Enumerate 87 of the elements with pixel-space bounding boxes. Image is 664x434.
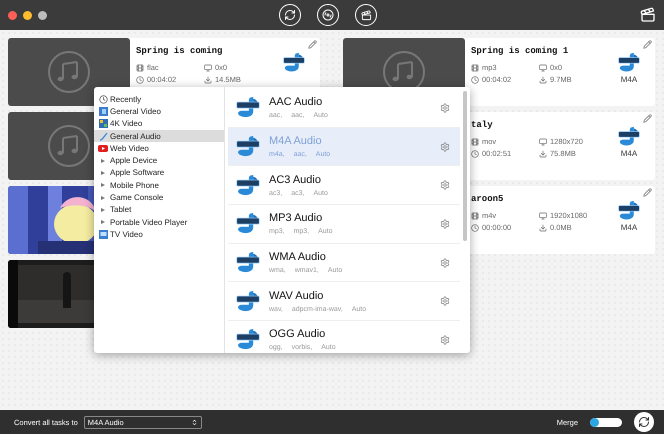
category-item[interactable]: Apple Software — [94, 166, 224, 180]
download-icon — [539, 150, 547, 158]
music-note-icon — [235, 212, 261, 236]
music-note-icon — [235, 250, 261, 274]
category-item[interactable]: General Video — [94, 105, 224, 118]
grid-icon — [98, 119, 108, 128]
music-note-icon — [617, 52, 641, 74]
category-item[interactable]: Game Console — [94, 191, 224, 204]
settings-button[interactable] — [440, 218, 450, 229]
output-format: M4A — [620, 74, 638, 84]
category-item[interactable]: Tablet — [94, 204, 224, 216]
disc-button[interactable] — [317, 4, 339, 26]
download-icon — [204, 76, 212, 84]
refresh-icon — [284, 9, 296, 21]
convert-button[interactable] — [279, 4, 301, 26]
output-format: M4A — [620, 222, 638, 232]
settings-button[interactable] — [440, 258, 450, 268]
category-item[interactable]: 4K Video — [94, 118, 224, 130]
minimize-button[interactable] — [23, 10, 32, 20]
tv-icon — [98, 230, 108, 239]
monitor-icon — [539, 138, 547, 146]
task-title: aroon5 — [471, 194, 504, 204]
clock-icon — [136, 76, 144, 84]
monitor-icon — [539, 212, 547, 220]
music-note-icon — [617, 200, 641, 222]
music-note-icon — [98, 132, 108, 141]
monitor-icon — [539, 64, 547, 72]
edit-button[interactable] — [643, 40, 652, 49]
category-item[interactable]: Recently — [94, 93, 224, 106]
music-note-icon — [282, 52, 306, 74]
edit-button[interactable] — [308, 40, 317, 49]
film-icon — [471, 212, 479, 220]
output-format: M4A — [620, 148, 638, 158]
film-icon[interactable] — [640, 7, 656, 23]
merge-toggle[interactable] — [590, 418, 622, 426]
task-title: taly — [471, 120, 494, 130]
format-name: M4A Audio — [269, 135, 323, 148]
scrollbar[interactable] — [463, 91, 467, 241]
music-note-icon — [47, 50, 91, 94]
film-icon — [136, 64, 144, 72]
clapperboard-button[interactable] — [355, 4, 377, 26]
category-item[interactable]: General Audio — [94, 130, 224, 142]
settings-button[interactable] — [440, 296, 450, 306]
format-name: AC3 Audio — [269, 174, 322, 186]
format-name: WMA Audio — [269, 251, 327, 264]
format-name: WAV Audio — [269, 290, 324, 302]
edit-button[interactable] — [643, 188, 652, 197]
music-note-icon — [47, 124, 91, 168]
chevrons-icon — [190, 418, 198, 426]
settings-button[interactable] — [440, 102, 450, 113]
task-title: Spring is coming — [136, 46, 224, 56]
task-title: Spring is coming 1 — [471, 46, 570, 56]
category-item[interactable]: Web Video — [94, 142, 224, 154]
settings-button[interactable] — [440, 334, 450, 345]
clock-icon — [471, 150, 479, 158]
category-item[interactable]: Portable Video Player — [94, 216, 224, 228]
play-icon — [98, 144, 108, 152]
category-item[interactable]: TV Video — [94, 228, 224, 241]
settings-button[interactable] — [440, 180, 450, 190]
music-note-icon — [235, 96, 261, 120]
monitor-icon — [204, 64, 212, 72]
category-item[interactable]: Apple Device — [94, 154, 224, 167]
format-name: OGG Audio — [269, 328, 326, 340]
clock-icon — [471, 76, 479, 84]
settings-button[interactable] — [440, 142, 450, 152]
close-button[interactable] — [8, 10, 17, 20]
music-note-icon — [235, 328, 261, 352]
download-icon — [539, 224, 547, 232]
music-note-icon — [235, 174, 261, 197]
film-icon — [98, 106, 108, 116]
zoom-button[interactable] — [38, 10, 47, 20]
film-icon — [471, 64, 479, 72]
clapperboard-icon — [360, 10, 372, 20]
music-note-icon — [235, 134, 261, 158]
edit-button[interactable] — [643, 114, 652, 123]
disc-icon — [322, 9, 334, 21]
music-note-icon — [235, 290, 261, 313]
refresh-icon — [638, 416, 650, 428]
format-name: MP3 Audio — [269, 212, 324, 224]
format-name: AAC Audio — [269, 96, 324, 108]
clock-icon — [98, 94, 108, 104]
music-note-icon — [617, 126, 641, 148]
convert-button[interactable] — [634, 412, 654, 432]
film-icon — [471, 138, 479, 146]
clock-icon — [471, 224, 479, 232]
download-icon — [539, 76, 547, 84]
category-item[interactable]: Mobile Phone — [94, 179, 224, 192]
